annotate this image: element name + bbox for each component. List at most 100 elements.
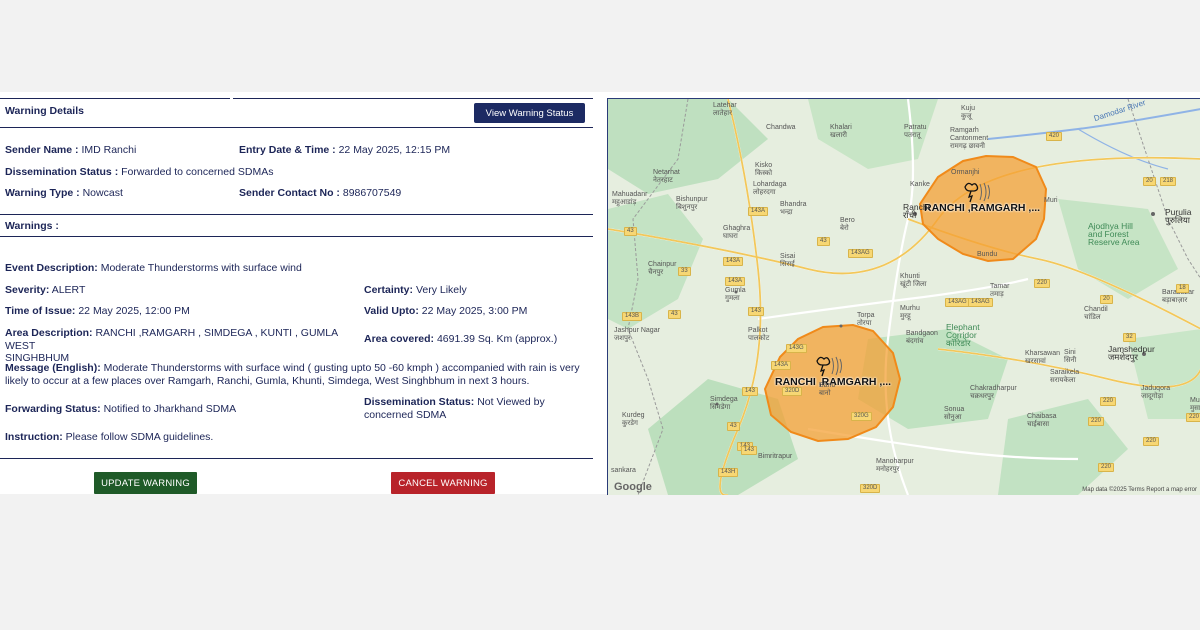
road-badge: 220: [1186, 413, 1200, 422]
place-tamar: Tamar तमाड़: [990, 283, 1010, 298]
road-badge: 143A: [725, 277, 746, 286]
place-sini: Sini सिनी: [1064, 349, 1077, 364]
place-chandil: Chandil चांडिल: [1084, 306, 1108, 321]
place-chandwa: Chandwa: [766, 124, 796, 131]
place-ghaghra: Ghaghra घाघरा: [723, 225, 751, 240]
google-logo[interactable]: Google: [614, 481, 652, 493]
place-sisai: Sisai सिसई: [780, 253, 796, 268]
place-musa: Musaमुसा: [1190, 397, 1200, 412]
place-saraikela: Saraikela सरायकेला: [1050, 369, 1080, 384]
section-title-warnings: Warnings :: [5, 220, 59, 232]
road-badge: 20: [1100, 295, 1113, 304]
divider: [0, 98, 230, 99]
road-badge: 43: [817, 237, 830, 246]
road-badge: 43: [624, 227, 637, 236]
place-ajodhya-hill: Ajodhya Hill and Forest Reserve Area: [1088, 221, 1140, 247]
divider: [0, 127, 593, 128]
warning-type-value: Nowcast: [82, 187, 123, 199]
place-kurdeg: Kurdeg कुरडेग: [622, 412, 645, 427]
road-badge: 143A: [723, 257, 744, 266]
road-badge: 143AG: [968, 298, 993, 307]
certainty-value: Very Likely: [415, 284, 467, 296]
place-ranchi: Ranchi राँची: [903, 202, 930, 220]
warning-type-label: Warning Type :: [5, 187, 80, 199]
place-ramgarh: Ramgarh Cantonment रामगढ़ छावनी: [950, 127, 989, 150]
road-badge: 320D: [860, 484, 881, 493]
instruction-label: Instruction:: [5, 431, 63, 443]
place-latehar: Latehar लातेहार: [713, 102, 737, 117]
sender-name-field: Sender Name : IMD Ranchi: [5, 144, 136, 157]
road-badge: 320G: [851, 412, 872, 421]
divider: [0, 236, 593, 237]
place-bhandra: Bhandra भन्द्रा: [780, 201, 807, 216]
time-of-issue-field: Time of Issue: 22 May 2025, 12:00 PM: [5, 305, 190, 318]
place-sonua: Sonua सोनुआ: [944, 406, 965, 421]
time-of-issue-label: Time of Issue:: [5, 305, 76, 317]
warning-map[interactable]: RANCHI ,RAMGARH ,... RANCHI ,RAMGARH ,..…: [607, 98, 1200, 495]
road-badge: 218: [1160, 177, 1177, 186]
place-torpa: Torpa तोरपा: [857, 312, 875, 327]
divider: [0, 458, 593, 459]
cancel-warning-button[interactable]: CANCEL WARNING: [391, 472, 495, 494]
thunderstorm-wind-icon[interactable]: [963, 181, 991, 203]
road-badge: 220: [1034, 279, 1051, 288]
event-description-field: Event Description: Moderate Thunderstorm…: [5, 262, 302, 275]
instruction-field: Instruction: Please follow SDMA guidelin…: [5, 431, 213, 444]
place-netarhat: Netarhat नेतरहाट: [653, 169, 680, 184]
severity-label: Severity:: [5, 284, 50, 296]
road-badge: 143A: [771, 361, 792, 370]
area-covered-label: Area covered:: [364, 333, 435, 345]
place-muri: Muri: [1044, 197, 1058, 204]
entry-date-value: 22 May 2025, 12:15 PM: [338, 144, 451, 156]
road-badge: 18: [1176, 284, 1189, 293]
entry-date-label: Entry Date & Time :: [239, 144, 336, 156]
sender-contact-label: Sender Contact No :: [239, 187, 340, 199]
road-badge: 20: [1143, 177, 1156, 186]
road-badge: 32: [1123, 333, 1136, 342]
message-value: Moderate Thunderstorms with surface wind…: [103, 362, 580, 374]
place-chainpur: Chainpur चैनपुर: [648, 261, 677, 276]
forwarding-status-value: Notified to Jharkhand SDMA: [103, 403, 237, 415]
severity-value: ALERT: [51, 284, 86, 296]
screen: Warning Details View Warning Status Send…: [0, 92, 1200, 495]
place-palkot: Palkot पालकोट: [748, 327, 770, 342]
dissemination-status-warning-label: Dissemination Status:: [364, 396, 475, 408]
place-murhu: Murhu मुरहू: [900, 305, 920, 320]
place-gumla: Gumla गुमला: [725, 287, 746, 302]
place-ormanjhi: Ormanjhi: [951, 169, 980, 176]
place-khunti: Khunti खूंटी जिला: [900, 273, 927, 288]
divider: [0, 214, 593, 215]
road-badge: 320D: [782, 387, 803, 396]
event-description-value: Moderate Thunderstorms with surface wind: [100, 262, 302, 274]
place-lohardaga: Lohardaga लोहरदगा: [753, 181, 787, 196]
road-badge: 220: [1100, 397, 1117, 406]
road-badge: 143: [748, 307, 765, 316]
thunderstorm-wind-icon[interactable]: [815, 355, 843, 377]
dissemination-status-label: Dissemination Status :: [5, 166, 119, 178]
severity-field: Severity: ALERT: [5, 284, 85, 297]
place-kuju: Kuju कुजू: [961, 105, 976, 120]
map-attribution[interactable]: Map data ©2025 Terms Report a map error: [1082, 487, 1197, 493]
road-badge: 143: [741, 446, 758, 455]
place-bundu: Bundu: [977, 251, 998, 258]
road-badge: 143H: [718, 468, 739, 477]
instruction-value: Please follow SDMA guidelines.: [65, 431, 214, 443]
dissemination-status-warning-value: Not Viewed by: [477, 396, 545, 408]
time-of-issue-value: 22 May 2025, 12:00 PM: [78, 305, 190, 317]
warning-type-field: Warning Type : Nowcast: [5, 187, 123, 200]
sender-name-label: Sender Name :: [5, 144, 79, 156]
place-sankara: sankara: [611, 467, 636, 474]
warning-area-label[interactable]: RANCHI ,RAMGARH ,...: [924, 202, 1040, 214]
forwarding-status-field: Forwarding Status: Notified to Jharkhand…: [5, 403, 236, 416]
message-label: Message (English):: [5, 362, 101, 374]
certainty-label: Certainty:: [364, 284, 414, 296]
valid-upto-label: Valid Upto:: [364, 305, 419, 317]
update-warning-button[interactable]: UPDATE WARNING: [94, 472, 197, 494]
place-manoharpur: Manoharpur मनोहरपुर: [876, 458, 914, 473]
view-warning-status-button[interactable]: View Warning Status: [474, 103, 585, 123]
road-badge: 143B: [622, 312, 643, 321]
place-chakradharpur: Chakradharpur चक्रधरपुर: [970, 385, 1017, 400]
area-description-label: Area Description:: [5, 327, 93, 339]
dissemination-status-warning-field: Dissemination Status: Not Viewed by conc…: [364, 396, 584, 421]
sender-contact-field: Sender Contact No : 8986707549: [239, 187, 401, 200]
